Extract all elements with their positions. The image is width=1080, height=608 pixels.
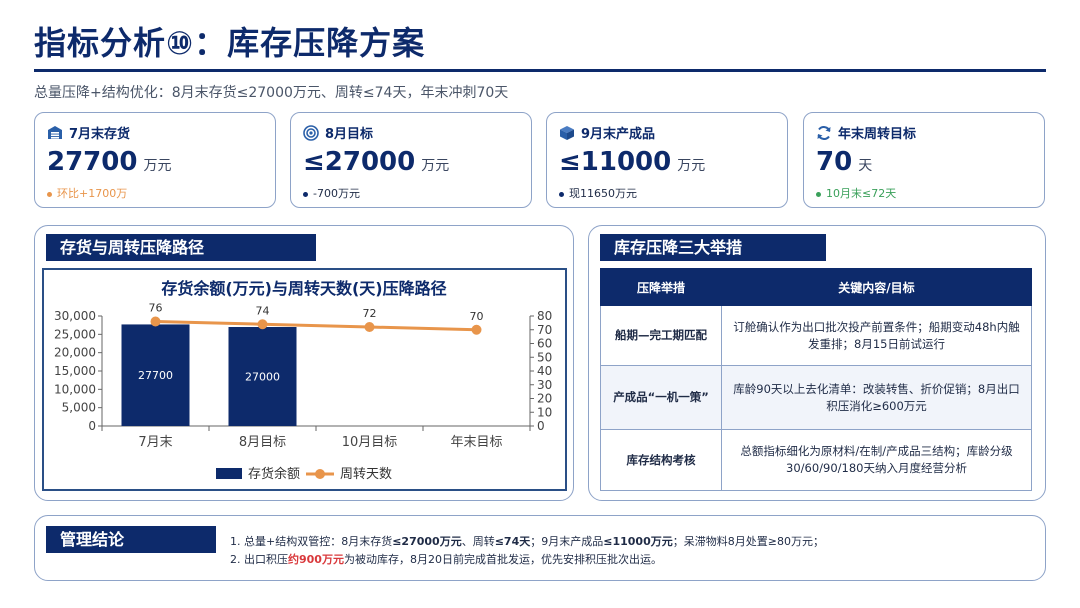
conclusion-line-1: 1. 总量+结构双管控：8月末存货≤27000万元、周转≤74天；9月末产成品≤… [230,535,824,548]
table-header-measure: 压降举措 [600,268,722,306]
bar-data-label: 27000 [245,371,280,384]
legend-label-turnover: 周转天数 [340,467,392,482]
x-tick-label: 8月目标 [239,435,286,450]
x-tick-label: 10月目标 [342,435,398,450]
conclusion-text: 1. 总量+结构双管控：8月末存货≤27000万元、周转≤74天；9月末产成品≤… [230,533,824,569]
y-right-tick-label: 60 [537,337,552,351]
y-left-tick-label: 15,000 [54,364,96,378]
kpi-value: 70 [816,147,853,177]
table-header-row: 压降举措 关键内容/目标 [600,268,1032,306]
refresh-icon [817,125,831,140]
kpi-value: ≤11000 [559,147,672,177]
kpi-unit: 天 [858,158,873,174]
kpi-unit: 万元 [677,158,706,174]
y-left-tick-label: 10,000 [54,382,96,396]
measures-table: 压降举措 关键内容/目标 船期—完工期匹配 订舱确认作为出口批次投产前置条件；船… [600,268,1032,491]
table-header-content: 关键内容/目标 [721,268,1032,306]
y-left-tick-label: 25,000 [54,327,96,341]
kpi-note: 环比+1700万 [57,187,128,200]
kpi-label: 7月末存货 [69,127,131,142]
turnover-point [257,319,268,330]
y-right-tick-label: 80 [537,309,552,323]
legend-marker-turnover [315,469,325,479]
y-left-tick-label: 20,000 [54,346,96,360]
measure-name: 产成品“一机一策” [600,365,722,430]
kpi-value: ≤27000 [303,147,416,177]
bullet-dot [559,191,564,197]
bar-data-label: 27700 [138,369,173,382]
measure-content: 库龄90天以上去化清单：改装转售、折价促销；8月出口积压消化≥600万元 [721,365,1032,430]
kpi-card-september-products: 9月末产成品 ≤11000 万元 现11650万元 [546,112,788,208]
kpi-card-yearend-turnover: 年末周转目标 70 天 10月末≤72天 [803,112,1045,208]
kpi-unit: 万元 [143,158,172,174]
turnover-data-label: 74 [256,304,270,317]
y-right-tick-label: 0 [537,419,545,433]
chart-frame: 存货余额(万元)与周转天数(天)压降路径 0 5,000 10,000 15,000 2… [42,268,567,491]
y-right-tick-label: 50 [537,350,552,364]
inventory-turnover-chart: 存货余额(万元)与周转天数(天)压降路径 0 5,000 10,000 15,000 2… [54,279,552,482]
turnover-data-label: 70 [470,310,484,323]
y-right-tick-label: 10 [537,405,552,419]
measure-content: 总额指标细化为原材料/在制/产成品三结构；库龄分级30/60/90/180天纳入… [721,429,1032,491]
measure-name: 船期—完工期匹配 [600,305,722,366]
turnover-data-label: 76 [149,302,163,315]
y-right-tick-label: 30 [537,378,552,392]
kpi-note: -700万元 [313,187,360,200]
target-icon [303,124,319,141]
y-right-tick-label: 20 [537,392,552,406]
conclusion-label: 管理结论 [46,526,216,553]
y-right-tick-label: 70 [537,323,552,337]
inventory-icon [48,126,62,139]
box-icon [560,125,574,140]
kpi-card-august-target: 8月目标 ≤27000 万元 -700万元 [290,112,532,208]
measure-name: 库存结构考核 [600,429,722,491]
y-left-tick-label: 30,000 [54,309,96,323]
kpi-card-july-inventory: 7月末存货 27700 万元 环比+1700万 [34,112,276,208]
legend-swatch-inventory [216,468,242,479]
x-tick-label: 年末目标 [450,435,502,450]
y-right-tick-label: 40 [537,364,552,378]
bullet-dot [303,191,308,197]
measures-panel-label: 库存压降三大举措 [600,234,826,261]
kpi-label: 9月末产成品 [581,127,656,142]
measure-content: 订舱确认作为出口批次投产前置条件；船期变动48h内触发重排；8月15日前试运行 [721,305,1032,366]
page-title: 指标分析⑩：库存压降方案 [34,24,426,62]
turnover-point [150,316,161,327]
x-tick-label: 7月末 [138,435,172,450]
y-left-tick-label: 5,000 [62,401,96,415]
page-subtitle: 总量压降+结构优化：8月末存货≤27000万元、周转≤74天，年末冲刺70天 [34,85,509,101]
title-divider [34,69,1046,72]
kpi-label: 8月目标 [325,127,374,142]
turnover-line [155,320,477,332]
turnover-point [471,324,482,335]
bullet-dot [47,191,52,197]
kpi-value: 27700 [47,147,138,177]
chart-title: 存货余额(万元)与周转天数(天)压降路径 [161,279,446,298]
table-row: 库存结构考核 总额指标细化为原材料/在制/产成品三结构；库龄分级30/60/90… [600,429,1032,491]
chart-panel-label: 存货与周转压降路径 [46,234,316,261]
table-row: 船期—完工期匹配 订舱确认作为出口批次投产前置条件；船期变动48h内触发重排；8… [600,305,1032,366]
y-left-tick-label: 0 [88,419,96,433]
kpi-label: 年末周转目标 [838,127,917,142]
legend-label-inventory: 存货余额 [248,466,300,482]
kpi-unit: 万元 [421,158,450,174]
turnover-data-label: 72 [363,307,377,320]
conclusion-line-2: 2. 出口积压约900万元为被动库存，8月20日前完成首批发运，优先安排积压批次… [230,553,662,566]
bullet-dot [816,191,821,197]
kpi-note: 10月末≤72天 [826,187,897,200]
table-row: 产成品“一机一策” 库龄90天以上去化清单：改装转售、折价促销；8月出口积压消化… [600,365,1032,430]
turnover-point [364,322,375,332]
kpi-note: 现11650万元 [569,187,637,200]
